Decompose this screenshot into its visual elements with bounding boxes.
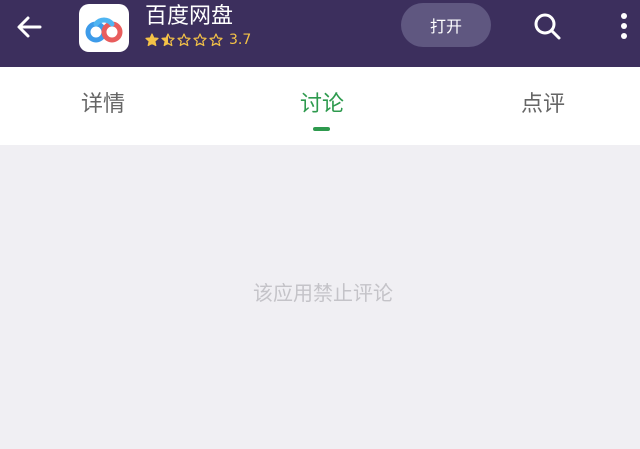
- tab-details[interactable]: 详情: [33, 67, 173, 145]
- rating: 3.7: [145, 31, 251, 49]
- active-tab-indicator: [313, 127, 330, 131]
- rating-value: 3.7: [229, 32, 252, 48]
- star-icon: [145, 33, 159, 47]
- search-button[interactable]: [530, 9, 564, 43]
- app-icon: [79, 4, 129, 52]
- tab-reviews[interactable]: 点评: [473, 67, 613, 145]
- more-button[interactable]: [612, 8, 636, 44]
- star-icon: [177, 33, 191, 47]
- tab-label: 讨论: [299, 92, 344, 117]
- more-vertical-icon: [621, 13, 627, 39]
- tab-discussion[interactable]: 讨论: [252, 67, 392, 145]
- tab-bar: 详情 讨论 点评: [0, 67, 640, 145]
- baidu-netdisk-logo: [85, 17, 123, 43]
- arrow-left-icon: [17, 16, 42, 38]
- star-icon: [209, 33, 223, 47]
- search-icon: [534, 13, 561, 40]
- top-app-bar: 百度网盘 3.7 打开: [0, 0, 640, 67]
- tab-label: 点评: [520, 92, 565, 117]
- back-button[interactable]: [12, 10, 46, 44]
- tab-label: 详情: [80, 92, 125, 117]
- open-button[interactable]: 打开: [401, 3, 491, 47]
- star-icon: [161, 33, 175, 47]
- empty-state-message: 该应用禁止评论: [253, 281, 393, 305]
- rating-stars: [145, 33, 223, 47]
- star-icon: [193, 33, 207, 47]
- app-name: 百度网盘: [145, 4, 234, 29]
